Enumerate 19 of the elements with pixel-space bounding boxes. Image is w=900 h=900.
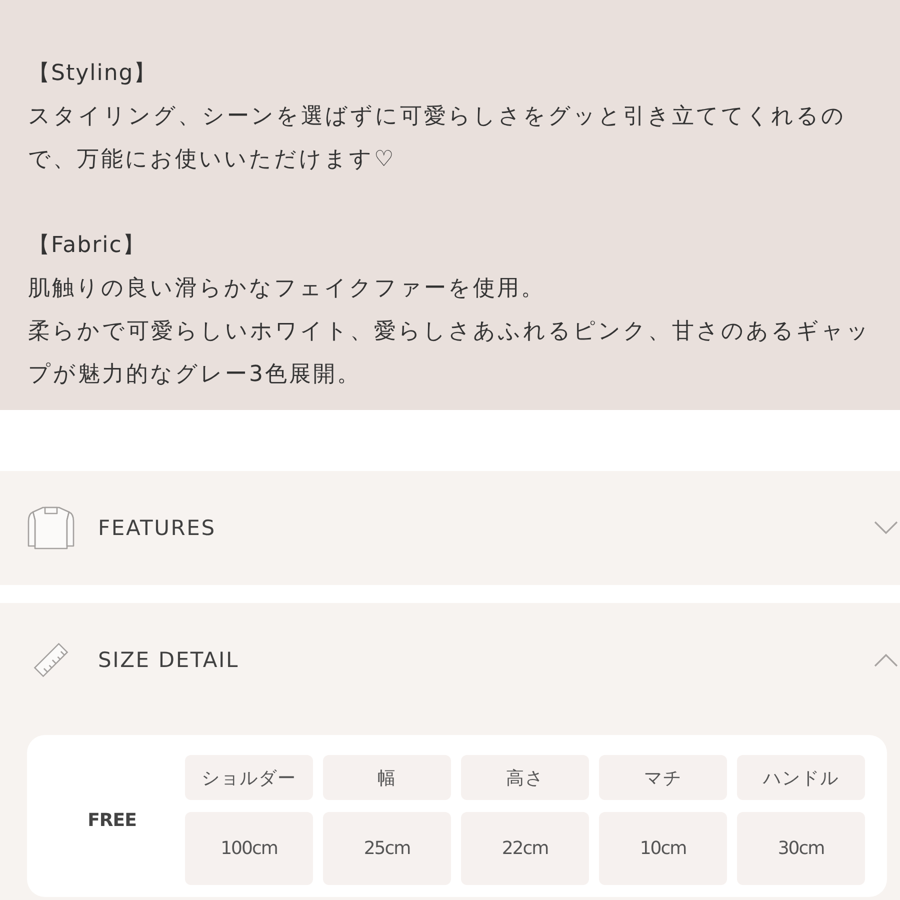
features-header[interactable]: FEATURES [0,471,900,585]
table-cell: 22cm [461,812,589,885]
table-cell: 100cm [185,812,313,885]
table-cell: 25cm [323,812,451,885]
table-cell: 30cm [737,812,865,885]
column-header: ショルダー [185,755,313,800]
description-paragraph: スタイリング、シーンを選ばずに可愛らしさをグッと引き立ててくれるので、万能にお使いいただけます♡ [28,103,847,174]
size-detail-header[interactable]: SIZE DETAIL [0,603,900,717]
column-header: 幅 [323,755,451,800]
description-paragraph: 肌触りの良い滑らかなフェイクファーを使用。 [28,275,546,303]
section-heading: 【Styling】 [28,60,158,88]
table-cell: 10cm [599,812,727,885]
column-header: ハンドル [737,755,865,800]
sweater-icon [27,506,75,550]
description-paragraph: 柔らかで可愛らしいホワイト、愛らしさあふれるピンク、甘さのあるギャップが魅力的なグレー3色展開。 [28,318,872,389]
column-header: マチ [599,755,727,800]
column-header: 高さ [461,755,589,800]
section-heading: 【Fabric】 [28,232,146,260]
size-label: FREE [86,810,138,830]
